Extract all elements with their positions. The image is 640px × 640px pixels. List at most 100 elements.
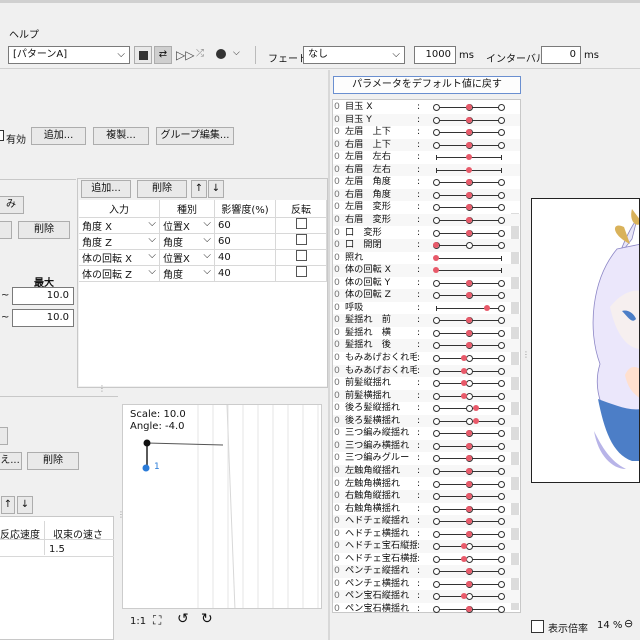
param-row[interactable]: 0 髪揺れ 前: xyxy=(333,314,520,327)
panel-grip[interactable]: ⋮ xyxy=(522,350,530,359)
param-slider[interactable] xyxy=(433,442,505,450)
param-row[interactable]: 0 体の回転 X: xyxy=(333,264,520,277)
reset-params-button[interactable]: パラメータをデフォルト値に戻す xyxy=(333,76,521,94)
param-slider[interactable] xyxy=(433,317,505,325)
param-slider[interactable] xyxy=(433,116,505,124)
max-input-1[interactable]: 10.0 xyxy=(12,287,74,305)
pendulum-preview[interactable]: Scale: 10.0 Angle: -4.0 1 xyxy=(122,404,322,609)
param-slider[interactable] xyxy=(433,480,505,488)
param-row[interactable]: 0 照れ: xyxy=(333,252,520,265)
param-row[interactable]: 0 髪揺れ 横: xyxy=(333,327,520,340)
param-row[interactable]: 0 ペンチェ縦揺れ: xyxy=(333,565,520,578)
param-slider[interactable] xyxy=(433,141,505,149)
param-slider[interactable] xyxy=(433,405,505,413)
row-input[interactable]: 角度 X ⌵ xyxy=(79,217,160,234)
row-invert[interactable] xyxy=(275,233,327,250)
param-row[interactable]: 0 口 変形: xyxy=(333,227,520,240)
row-influence[interactable]: 40 xyxy=(214,249,276,266)
param-slider[interactable] xyxy=(433,367,505,375)
input-delete-button[interactable]: 削除 xyxy=(137,180,187,198)
param-slider[interactable] xyxy=(433,216,505,224)
row-invert[interactable] xyxy=(275,217,327,234)
param-slider[interactable] xyxy=(433,467,505,475)
group-edit-button[interactable]: グループ編集... xyxy=(156,127,234,145)
invert-checkbox[interactable] xyxy=(295,218,307,229)
param-row[interactable]: 0 左触角縦揺れ: xyxy=(333,464,520,478)
zoom-search-icon[interactable]: ⊖ xyxy=(624,617,633,630)
table-row[interactable]: 体の回転 Z ⌵ 角度 ⌵ 40 xyxy=(79,265,327,282)
param-row[interactable]: 0 左眉 上下: xyxy=(333,126,520,139)
param-row[interactable]: 0 体の回転 Z: xyxy=(333,289,520,302)
duplicate-button[interactable]: 複製... xyxy=(93,127,149,145)
menu-help[interactable]: ヘルプ xyxy=(9,26,39,41)
enabled-checkbox[interactable] xyxy=(0,130,4,141)
row-kind[interactable]: 角度 ⌵ xyxy=(159,233,215,250)
lower-delete-button[interactable]: 削除 xyxy=(27,452,79,470)
param-row[interactable]: 0 体の回転 Y: xyxy=(333,277,520,290)
param-slider[interactable] xyxy=(433,279,505,287)
shuffle-icon[interactable]: ⤮ xyxy=(196,48,204,59)
param-row[interactable]: 0 左眉 変形: xyxy=(333,201,520,214)
row-input[interactable]: 体の回転 X ⌵ xyxy=(79,249,160,266)
param-row[interactable]: 0 右眉 変形: xyxy=(333,213,520,227)
param-row[interactable]: 0 後ろ髪縦揺れ: xyxy=(333,402,520,415)
param-slider[interactable] xyxy=(433,242,505,250)
pattern-select[interactable]: [パターンA] ⌵ xyxy=(8,46,130,64)
ratio-button[interactable]: 1:1 xyxy=(130,616,146,627)
param-slider[interactable] xyxy=(433,179,505,187)
add-group-button[interactable]: 追加... xyxy=(31,127,86,145)
table-row[interactable]: 角度 X ⌵ 位置X ⌵ 60 xyxy=(79,217,327,234)
rotate-right-icon[interactable]: ↻ xyxy=(201,611,213,627)
param-row[interactable]: 0 後ろ髪横揺れ: xyxy=(333,414,520,428)
param-slider[interactable] xyxy=(433,355,505,362)
main-splitter[interactable] xyxy=(328,70,330,640)
param-slider[interactable] xyxy=(433,568,505,576)
row-input[interactable]: 体の回転 Z ⌵ xyxy=(79,265,160,282)
param-row[interactable]: 0 右触角縦揺れ: xyxy=(333,490,520,503)
param-slider[interactable] xyxy=(433,392,505,400)
param-slider[interactable] xyxy=(433,593,505,601)
param-slider[interactable] xyxy=(433,254,502,261)
lower-down-button[interactable]: ↓ xyxy=(17,496,33,514)
param-row[interactable]: 0 ペンチェ横揺れ: xyxy=(333,578,520,591)
row-invert[interactable] xyxy=(275,249,327,266)
param-slider[interactable] xyxy=(433,191,505,199)
lower-small-button[interactable] xyxy=(0,427,8,445)
param-slider[interactable] xyxy=(433,267,502,274)
loop-button[interactable]: ⇄ xyxy=(154,46,172,64)
param-row[interactable]: 0 ペン宝石横揺れ: xyxy=(333,603,520,616)
param-row[interactable]: 0 ヘドチェ横揺れ: xyxy=(333,528,520,541)
fade-select[interactable]: なし ⌵ xyxy=(303,46,405,64)
param-row[interactable]: 0 前髪横揺れ: xyxy=(333,389,520,403)
invert-checkbox[interactable] xyxy=(295,266,307,277)
param-slider[interactable] xyxy=(433,493,505,501)
play-icon[interactable]: ▷▷ xyxy=(176,48,194,62)
row-kind[interactable]: 位置X ⌵ xyxy=(159,217,215,234)
param-slider[interactable] xyxy=(433,518,505,526)
param-row[interactable]: 0 ヘドチェ宝石縦揺...: xyxy=(333,540,520,553)
param-row[interactable]: 0 右眉 左右: xyxy=(333,163,520,177)
left-delete-button[interactable]: 削除 xyxy=(18,221,70,239)
table-row[interactable]: 角度 Z ⌵ 角度 ⌵ 60 xyxy=(79,233,327,250)
param-slider[interactable] xyxy=(436,304,505,312)
fade-ms-input[interactable]: 1000 xyxy=(414,46,456,64)
param-row[interactable]: 0 三つ編み横揺れ: xyxy=(333,439,520,453)
param-row[interactable]: 0 左眉 角度: xyxy=(333,176,520,189)
param-slider[interactable] xyxy=(433,505,505,513)
param-slider[interactable] xyxy=(433,342,505,350)
lower-up-button[interactable]: ↑ xyxy=(1,496,15,514)
param-slider[interactable] xyxy=(433,329,505,337)
param-slider[interactable] xyxy=(433,104,505,111)
param-slider[interactable] xyxy=(433,292,505,300)
param-row[interactable]: 0 前髪縦揺れ: xyxy=(333,377,520,390)
left-small-button[interactable] xyxy=(0,221,12,239)
fit-icon[interactable]: ⛶ xyxy=(153,613,161,628)
row-kind[interactable]: 位置X ⌵ xyxy=(159,249,215,266)
param-slider[interactable] xyxy=(433,204,505,212)
invert-checkbox[interactable] xyxy=(295,234,307,245)
row-invert[interactable] xyxy=(275,265,327,282)
invert-checkbox[interactable] xyxy=(295,250,307,261)
table-row[interactable]: 体の回転 X ⌵ 位置X ⌵ 40 xyxy=(79,249,327,266)
param-row[interactable]: 0 呼吸: xyxy=(333,302,520,315)
param-row[interactable]: 0 右触角横揺れ: xyxy=(333,503,520,516)
